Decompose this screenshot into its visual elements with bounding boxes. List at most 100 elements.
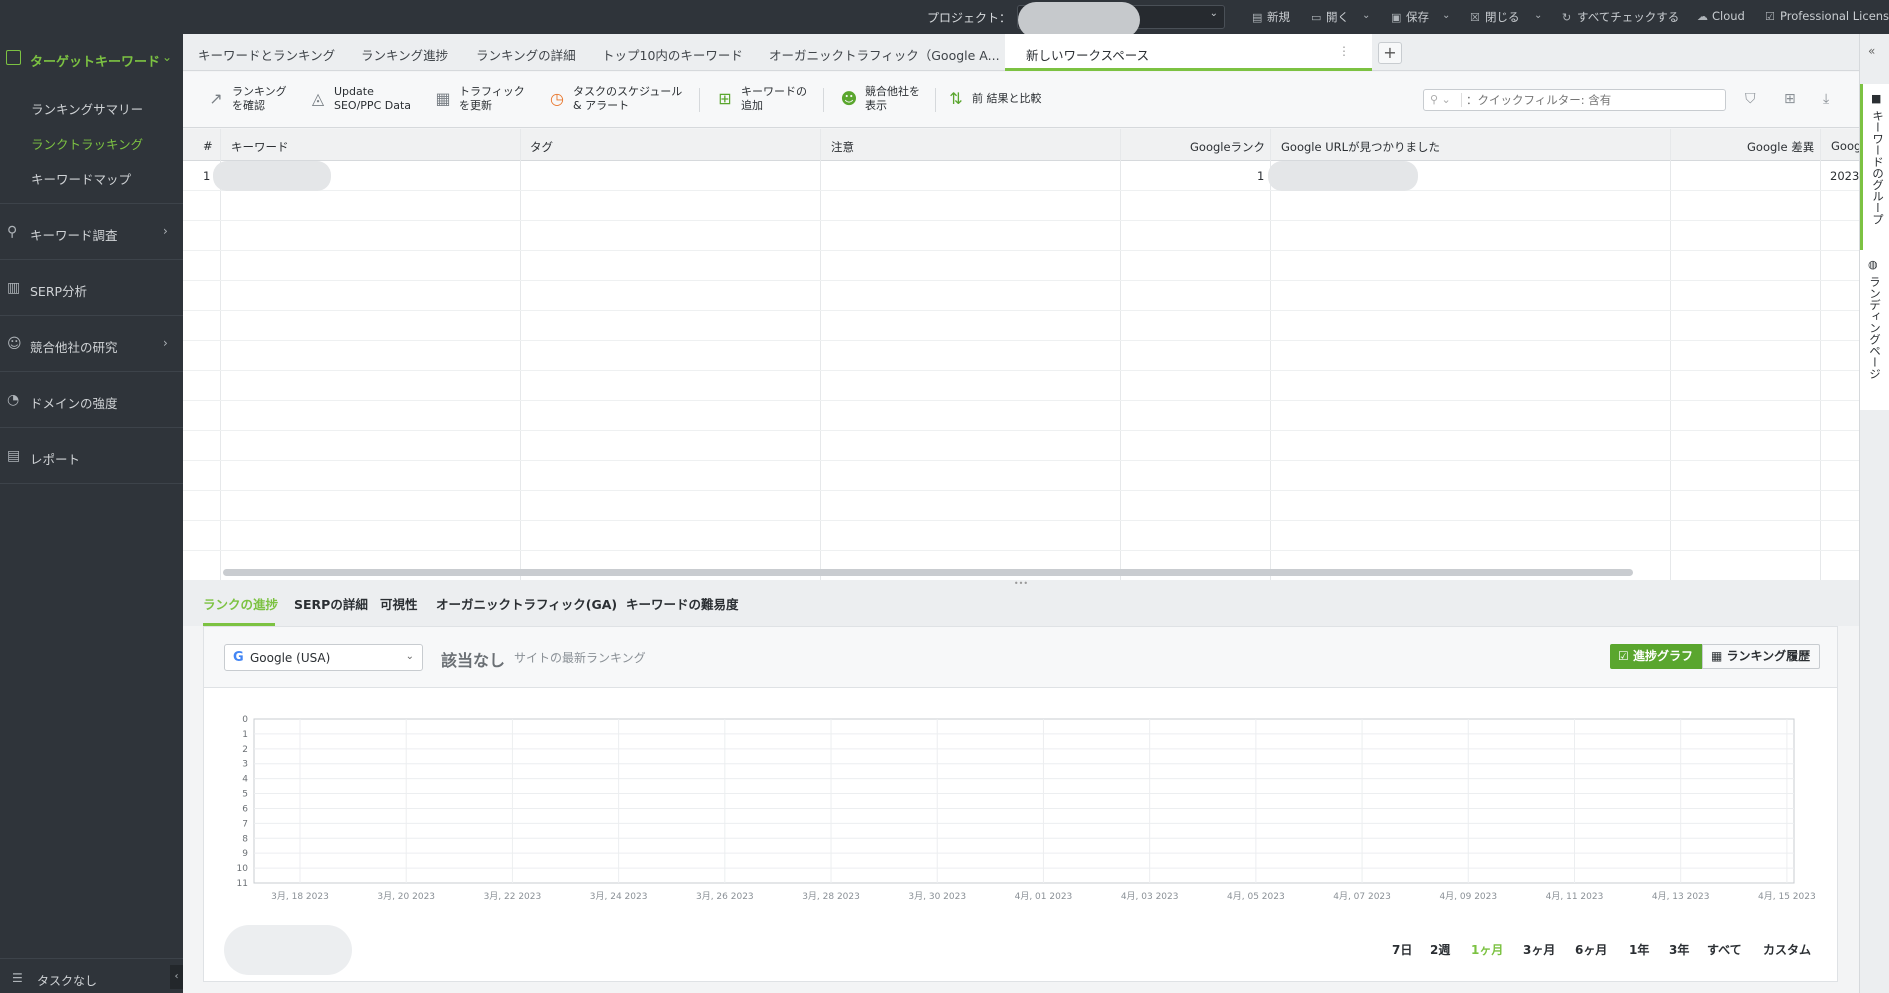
new-file-icon: ▤ [1252, 11, 1263, 24]
tab-serp-details[interactable]: SERPの詳細 [294, 594, 368, 613]
tab-keywords-rankings[interactable]: キーワードとランキング [198, 45, 335, 64]
open-button[interactable]: ▭ 開く [1311, 9, 1349, 25]
column-header-google-diff[interactable]: Google 差異 [1747, 139, 1814, 155]
y-tick-label: 9 [242, 849, 248, 859]
tab-organic-traffic[interactable]: オーガニックトラフィック（Google A... [769, 45, 1000, 64]
tab-visibility[interactable]: 可視性 [380, 594, 418, 613]
tab-ranking-details[interactable]: ランキングの詳細 [476, 45, 576, 64]
sidebar: ターゲットキーワード ⌄ ランキングサマリー ランクトラッキング キーワードマッ… [0, 34, 183, 993]
ranking-history-button[interactable]: ▦ ランキング履歴 [1702, 644, 1820, 669]
column-header-google-rank[interactable]: Googleランク [1190, 139, 1265, 155]
y-tick-label: 0 [242, 715, 248, 725]
column-header-tags[interactable]: タグ [530, 139, 553, 155]
x-tick-label: 3月, 26 2023 [696, 891, 754, 902]
period-2w[interactable]: 2週 [1430, 941, 1450, 958]
checkbox-icon: ☑ [1618, 649, 1633, 663]
quick-filter-divider [1461, 93, 1462, 107]
double-chevron-left-icon[interactable]: « [1868, 44, 1875, 58]
horizontal-scrollbar[interactable] [223, 569, 1633, 576]
sidebar-section-domain-strength[interactable]: ◔ ドメインの強度 [0, 371, 183, 426]
column-header-keyword[interactable]: キーワード [231, 139, 289, 155]
sidebar-item-rank-tracking[interactable]: ランクトラッキング [31, 134, 143, 153]
sidebar-tasks[interactable]: ☰ タスクなし ‹ [0, 958, 183, 993]
y-tick-label: 10 [237, 864, 249, 874]
close-button[interactable]: ☒ 閉じる [1470, 9, 1520, 25]
period-all[interactable]: すべて [1707, 941, 1742, 958]
tab-organic-traffic-ga[interactable]: オーガニックトラフィック(GA) [436, 594, 617, 613]
project-select[interactable]: ⌄ [1017, 2, 1225, 38]
license-button[interactable]: ☑ Professional License [1765, 9, 1889, 23]
table-row-empty [183, 251, 1859, 281]
schedule-icon: ◷ [550, 89, 564, 108]
toolbar-divider [935, 88, 936, 112]
y-tick-label: 8 [242, 834, 248, 844]
cloud-icon: ☁ [1697, 10, 1708, 23]
save-button[interactable]: ▣ 保存 [1391, 9, 1429, 25]
table-row-empty [183, 221, 1859, 251]
tab-keyword-difficulty[interactable]: キーワードの難易度 [626, 594, 739, 613]
column-header-number[interactable]: # [203, 139, 213, 153]
sidebar-item-keyword-map[interactable]: キーワードマップ [31, 169, 131, 188]
export-icon[interactable]: ⤓ [1823, 91, 1829, 107]
tasks-icon: ☰ [12, 971, 23, 985]
sidebar-item-ranking-summary[interactable]: ランキングサマリー [31, 99, 143, 118]
y-tick-label: 3 [242, 760, 248, 770]
close-dropdown-chevron-icon[interactable]: ⌄ [1534, 10, 1542, 21]
check-all-button[interactable]: ↻ すべてチェックする [1562, 9, 1679, 25]
x-tick-label: 3月, 28 2023 [802, 891, 860, 902]
sidebar-header-label: ターゲットキーワード [30, 55, 161, 70]
filter-icon[interactable]: ⛉ [1745, 91, 1756, 107]
table-row-empty [183, 431, 1859, 461]
column-header-notes[interactable]: 注意 [831, 139, 854, 155]
row-google-rank: 1 [1257, 169, 1265, 183]
period-1m[interactable]: 1ヶ月 [1471, 941, 1503, 958]
columns-icon[interactable]: ⊞ [1784, 91, 1796, 107]
sidebar-collapse-icon[interactable]: ‹ [170, 965, 183, 989]
x-tick-label: 4月, 09 2023 [1439, 891, 1497, 902]
panel-header: G Google (USA) ⌄ 該当なし サイトの最新ランキング ☑ 進捗グラ… [204, 627, 1837, 688]
pane-splitter[interactable]: ••• [183, 580, 1859, 588]
table-row-empty [183, 311, 1859, 341]
period-custom[interactable]: カスタム [1763, 941, 1811, 958]
sidebar-section-reports[interactable]: ▤ レポート [0, 427, 183, 482]
open-dropdown-chevron-icon[interactable]: ⌄ [1362, 10, 1370, 21]
rail-tab-landing-pages[interactable]: ◍ ランディングページ [1860, 250, 1889, 410]
quick-filter-input[interactable] [1466, 91, 1721, 109]
table-row[interactable]: 1 1 2023 [183, 161, 1859, 191]
period-3y[interactable]: 3年 [1669, 941, 1689, 958]
period-1y[interactable]: 1年 [1629, 941, 1649, 958]
tab-new-workspace[interactable]: 新しいワークスペース [1005, 34, 1372, 71]
tab-ranking-progress[interactable]: ランキング進捗 [361, 45, 448, 64]
table-row-empty [183, 281, 1859, 311]
y-tick-label: 1 [242, 730, 248, 740]
traffic-icon: ▦ [435, 89, 451, 108]
add-tab-button[interactable]: + [1378, 42, 1402, 64]
new-button[interactable]: ▤ 新規 [1252, 9, 1290, 25]
sidebar-section-serp-analysis[interactable]: ▥ SERP分析 [0, 259, 183, 314]
user-icon: ☺ [7, 336, 22, 352]
progress-graph-button[interactable]: ☑ 進捗グラフ [1610, 644, 1702, 669]
period-6m[interactable]: 6ヶ月 [1575, 941, 1607, 958]
search-engine-select[interactable]: G Google (USA) ⌄ [224, 644, 423, 671]
save-dropdown-chevron-icon[interactable]: ⌄ [1442, 10, 1450, 21]
quick-filter[interactable]: ⚲ ⌄ [1423, 89, 1726, 111]
chevron-down-icon: ⌄ [1209, 8, 1218, 19]
tab-rank-progress[interactable]: ランクの進捗 [203, 594, 278, 613]
search-icon: ⚲ ⌄ [1430, 93, 1451, 106]
sidebar-header-target-keywords[interactable]: ターゲットキーワード ⌄ [0, 44, 183, 74]
tab-top10-keywords[interactable]: トップ10内のキーワード [602, 45, 743, 64]
x-tick-label: 3月, 20 2023 [377, 891, 435, 902]
column-header-google-url[interactable]: Google URLが見つかりました [1281, 139, 1440, 155]
column-header-google-date[interactable]: Goog [1831, 139, 1859, 153]
tab-menu-icon[interactable]: ⋮ [1338, 44, 1350, 58]
period-3m[interactable]: 3ヶ月 [1523, 941, 1555, 958]
cloud-button[interactable]: ☁ Cloud [1697, 9, 1745, 23]
sidebar-section-competitor-research[interactable]: ☺ 競合他社の研究 › [0, 315, 183, 370]
rank-status-sub: サイトの最新ランキング [514, 651, 646, 665]
sidebar-section-keyword-research[interactable]: ⚲ キーワード調査 › [0, 203, 183, 258]
rail-tab-keyword-groups[interactable]: ■ キーワードのグループ [1860, 84, 1889, 269]
period-7d[interactable]: 7日 [1392, 941, 1412, 958]
folder-icon: ■ [1871, 92, 1882, 105]
compare-icon: ⇅ [949, 89, 963, 108]
plot-area [253, 718, 1795, 884]
